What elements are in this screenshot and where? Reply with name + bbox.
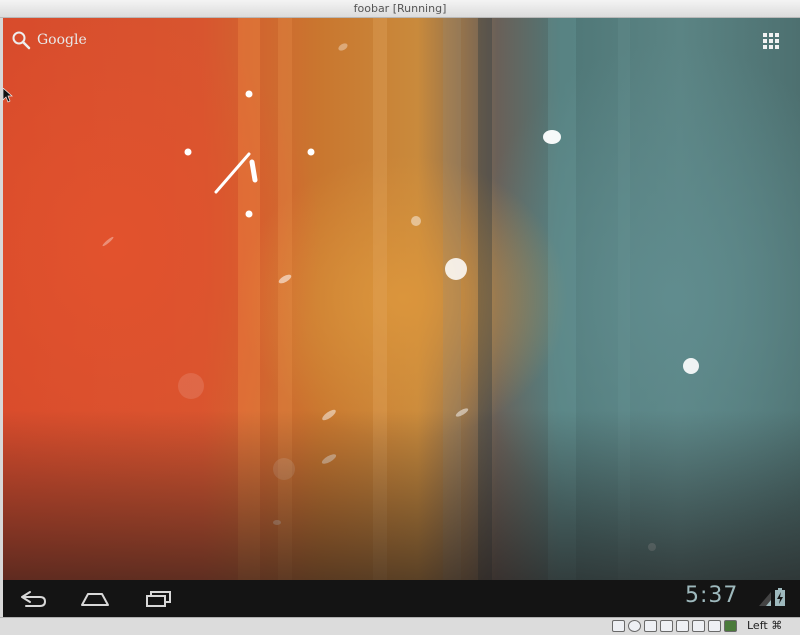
status-time: 5:37 [685, 583, 739, 608]
battery-charging-icon [775, 588, 785, 606]
video-capture-icon[interactable] [692, 620, 705, 632]
wallpaper-particle [178, 373, 204, 399]
hard-disk-icon[interactable] [612, 620, 625, 632]
wallpaper-streak [443, 18, 461, 580]
virtualbox-status-bar: Left ⌘ [0, 617, 800, 635]
device-status-icons [612, 620, 737, 632]
signal-strength-icon [759, 592, 771, 606]
wallpaper-particle [683, 358, 699, 374]
wallpaper-particle [273, 520, 281, 525]
live-wallpaper [3, 18, 800, 580]
emulator-screen[interactable]: Google 5:37 [3, 18, 800, 617]
wallpaper-streak [548, 18, 576, 580]
google-search-label: Google [37, 32, 87, 48]
shared-folders-icon[interactable] [660, 620, 673, 632]
wallpaper-streak [373, 18, 387, 580]
mouse-integration-icon[interactable] [708, 620, 721, 632]
wallpaper-particle [273, 458, 295, 480]
status-icons[interactable] [759, 588, 785, 606]
wallpaper-particle [648, 543, 656, 551]
wallpaper-particle [445, 258, 467, 280]
host-key-label: Left ⌘ [747, 619, 783, 632]
clock-marker-6 [245, 210, 253, 218]
clock-marker-12 [245, 90, 253, 98]
wallpaper-particle [411, 216, 421, 226]
home-icon [81, 593, 109, 606]
wallpaper-particle [320, 407, 338, 423]
optical-drive-icon[interactable] [628, 620, 641, 632]
wallpaper-streak [478, 18, 492, 580]
analog-clock-widget[interactable] [181, 90, 321, 230]
window-titlebar: foobar [Running] [0, 0, 800, 18]
network-icon[interactable] [676, 620, 689, 632]
apps-grid-icon[interactable] [763, 33, 779, 49]
clock-hour-hand [249, 159, 258, 183]
clock-marker-9 [184, 148, 192, 156]
back-arrow-icon [21, 591, 47, 607]
usb-icon[interactable] [644, 620, 657, 632]
wallpaper-streak [618, 18, 630, 580]
google-search-widget[interactable]: Google [11, 30, 87, 50]
clock-minute-hand [214, 152, 251, 194]
wallpaper-particle [337, 41, 349, 53]
recent-apps-icon [146, 591, 171, 607]
wallpaper-particle [101, 235, 115, 248]
window-title: foobar [Running] [353, 2, 447, 15]
clock-marker-3 [307, 148, 315, 156]
search-icon [12, 31, 31, 50]
host-key-status-icon[interactable] [724, 620, 737, 632]
home-button[interactable] [77, 586, 113, 612]
wallpaper-particle [320, 452, 338, 466]
mouse-cursor-icon [3, 88, 13, 103]
system-navigation-bar: 5:37 [3, 580, 800, 617]
wallpaper-particle [543, 130, 561, 144]
recent-apps-button[interactable] [140, 586, 176, 612]
back-button[interactable] [15, 586, 51, 612]
